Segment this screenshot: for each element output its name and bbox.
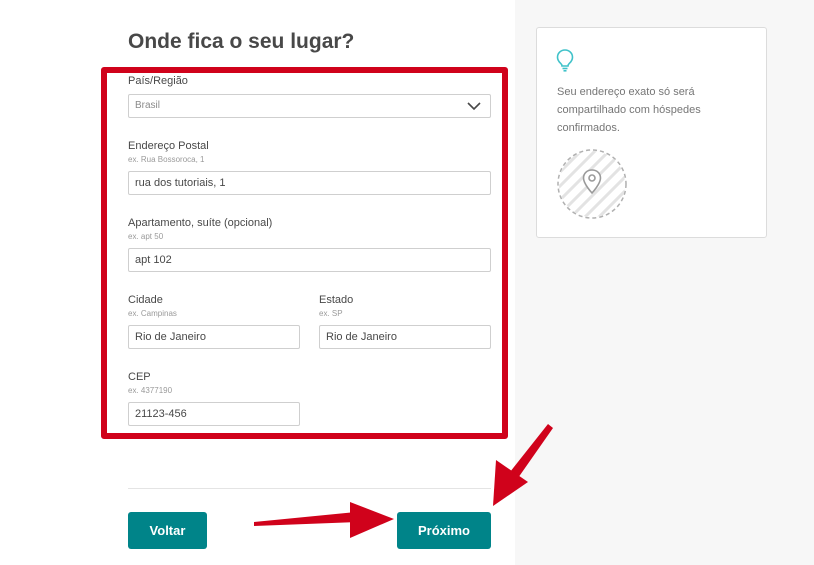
address-tip-card: Seu endereço exato só será compartilhado… [536,27,767,238]
footer-divider [128,488,491,489]
map-pin-icon [557,149,627,219]
highlight-annotation-box [101,67,508,439]
lightbulb-icon [556,49,574,72]
next-button[interactable]: Próximo [397,512,491,549]
arrow-to-next-from-left [254,502,394,538]
back-button[interactable]: Voltar [128,512,207,549]
page-title: Onde fica o seu lugar? [128,30,355,53]
address-tip-text: Seu endereço exato só será compartilhado… [557,86,701,134]
